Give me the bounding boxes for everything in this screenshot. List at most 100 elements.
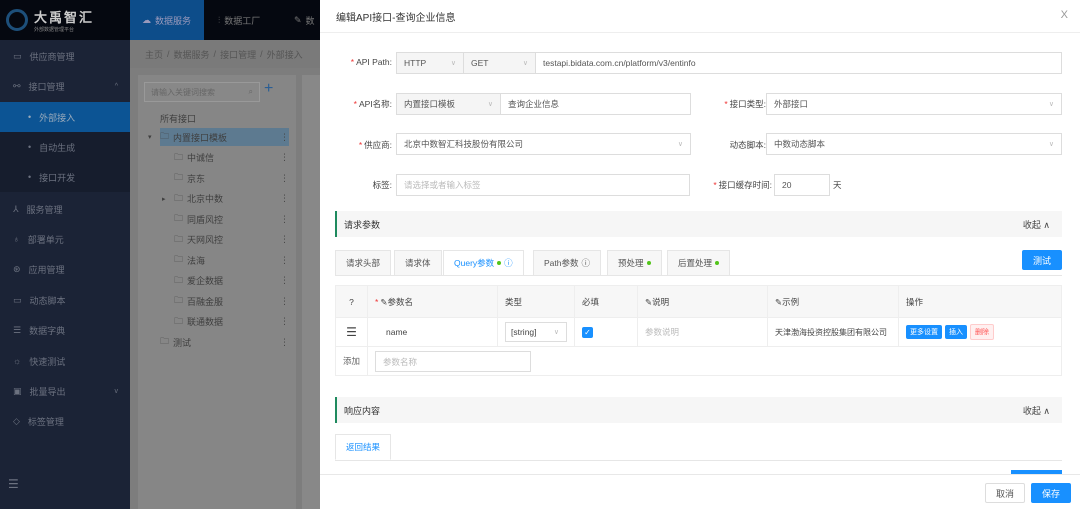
top-bar: 大禹智汇 外部数据管理平台 ☁ 数据服务 ⫶ 数据工厂 ✎ 数 <box>0 0 320 40</box>
tab-preprocess[interactable]: 预处理 <box>607 250 662 276</box>
test-button[interactable]: 测试 <box>1022 250 1062 270</box>
value: 外部接口 <box>774 99 809 109</box>
api-path-label: * API Path: <box>350 57 392 67</box>
sidebar-item-service[interactable]: ⅄ 服务管理 <box>0 194 130 224</box>
tree-node[interactable]: ▸ 🗀 北京中数 ⋮ <box>162 190 289 208</box>
help-icon: ? <box>335 285 368 318</box>
close-icon[interactable]: X <box>1061 9 1068 21</box>
tree-node[interactable]: 🗀 百融金服 ⋮ <box>174 292 289 310</box>
tab-request-header[interactable]: 请求头部 <box>335 250 392 276</box>
more-icon[interactable]: ⋮ <box>280 337 289 348</box>
crumb[interactable]: 数据服务 <box>174 48 210 61</box>
sidebar-item-tags[interactable]: ◇ 标签管理 <box>0 406 130 436</box>
tree-node[interactable]: 🗀 测试 ⋮ <box>160 333 289 351</box>
tab-request-body[interactable]: 请求体 <box>394 250 442 276</box>
value: 内置接口模板 <box>404 99 456 109</box>
tree-node[interactable]: 🗀 京东 ⋮ <box>174 169 289 187</box>
type-select[interactable]: [string] ∨ <box>505 322 567 342</box>
export-icon: ▣ <box>13 385 22 396</box>
required-checkbox[interactable]: ✓ <box>582 326 593 338</box>
more-icon[interactable]: ⋮ <box>280 275 289 286</box>
param-name[interactable]: name <box>367 317 498 347</box>
sidebar-item-supplier[interactable]: ▭ 供应商管理 <box>0 41 130 71</box>
tree-node[interactable]: 🗀 法海 ⋮ <box>174 251 289 269</box>
add-param-input[interactable]: 参数名称 <box>375 350 531 372</box>
tab-path-params[interactable]: Path参数 ⓘ <box>533 250 602 276</box>
delete-button[interactable]: 删除 <box>970 324 994 340</box>
section-title: 响应内容 <box>344 405 381 416</box>
sidebar-item-dictionary[interactable]: ☰ 数据字典 <box>0 315 130 345</box>
tags-input[interactable]: 请选择或者输入标签 <box>396 174 690 196</box>
tree-node[interactable]: 🗀 天网风控 ⋮ <box>174 231 289 249</box>
label: 供应商管理 <box>29 51 75 62</box>
more-icon[interactable]: ⋮ <box>280 193 289 204</box>
more-icon[interactable]: ⋮ <box>280 173 289 184</box>
caret-down-icon[interactable]: ▾ <box>148 133 152 141</box>
more-icon[interactable]: ⋮ <box>280 234 289 245</box>
nav-tab-data-factory[interactable]: ⫶ 数据工厂 <box>206 0 272 40</box>
tab-postprocess[interactable]: 后置处理 <box>667 250 731 276</box>
tree-node[interactable]: 🗀 爱企数据 ⋮ <box>174 272 289 290</box>
protocol-select[interactable]: HTTP ∨ <box>396 52 464 74</box>
add-icon[interactable]: + <box>264 80 273 98</box>
supplier-select[interactable]: 北京中数智汇科技股份有限公司 ∨ <box>396 133 691 155</box>
params-table: ? * ✎参数名 类型 必填 ✎说明 ✎示例 操作 ☰ name [string]… <box>335 285 1062 376</box>
more-icon[interactable]: ⋮ <box>280 132 289 143</box>
cancel-button[interactable]: 取消 <box>985 483 1025 503</box>
status-dot <box>497 261 502 265</box>
bullet-icon: • <box>28 142 32 152</box>
crumb[interactable]: 主页 <box>145 48 163 61</box>
tree-node[interactable]: 🗀 联通数据 ⋮ <box>174 313 289 331</box>
collapse-toggle[interactable]: 收起 ∧ <box>1023 218 1050 231</box>
desc-input[interactable]: 参数说明 <box>637 317 768 347</box>
tab-response-result[interactable]: 返回结果 <box>335 434 392 460</box>
more-icon[interactable]: ⋮ <box>280 316 289 327</box>
template-select[interactable]: 内置接口模板 ∨ <box>396 93 501 115</box>
drag-handle-icon[interactable]: ☰ <box>335 317 368 347</box>
tab-query-params[interactable]: Query参数 ⓘ <box>443 250 524 276</box>
sidebar-item-deploy[interactable]: ♁ 部署单元 <box>0 224 130 254</box>
api-type-select[interactable]: 外部接口 ∨ <box>766 93 1062 115</box>
more-settings-button[interactable]: 更多设置 <box>906 325 942 339</box>
sidebar-item-apps[interactable]: ⊛ 应用管理 <box>0 254 130 284</box>
url-input[interactable]: testapi.bidata.com.cn/platform/v3/entinf… <box>535 52 1062 74</box>
more-icon[interactable]: ⋮ <box>280 152 289 163</box>
folder-icon: 🗀 <box>174 254 184 264</box>
cache-unit: 天 <box>833 180 842 190</box>
node-label: 测试 <box>173 337 192 348</box>
api-name-input[interactable]: 查询企业信息 <box>500 93 691 115</box>
sidebar-item-external-access[interactable]: • 外部接入 <box>0 102 130 132</box>
caret-right-icon[interactable]: ▸ <box>162 195 166 203</box>
sidebar-item-scripts[interactable]: ▭ 动态脚本 <box>0 285 130 315</box>
more-icon[interactable]: ⋮ <box>280 255 289 266</box>
cache-input[interactable]: 20 <box>774 174 830 196</box>
example-value[interactable]: 天津渤海投资控股集团有限公司 <box>767 317 899 347</box>
tree-node[interactable]: ▾ 🗀 内置接口模板 ⋮ <box>148 128 289 146</box>
sidebar-item-quick-test[interactable]: ☼ 快速测试 <box>0 346 130 376</box>
label: 服务管理 <box>26 204 63 215</box>
sidebar-item-api-management[interactable]: ⚯ 接口管理 ^ <box>0 71 130 101</box>
save-button[interactable]: 保存 <box>1031 483 1071 503</box>
edit-api-modal: 编辑API接口-查询企业信息 X * API Path: HTTP ∨ GET ∨ t… <box>320 0 1080 509</box>
sidebar-item-api-dev[interactable]: • 接口开发 <box>0 162 130 192</box>
method-select[interactable]: GET ∨ <box>463 52 536 74</box>
crumb[interactable]: 接口管理 <box>220 48 256 61</box>
crumb: 外部接入 <box>266 49 303 60</box>
more-icon[interactable]: ⋮ <box>280 296 289 307</box>
tree-node[interactable]: 🗀 同盾风控 ⋮ <box>174 210 289 228</box>
sidebar-item-batch-export[interactable]: ▣ 批量导出 v <box>0 376 130 406</box>
sidebar-item-auto-generate[interactable]: • 自动生成 <box>0 132 130 162</box>
tree-root[interactable]: 所有接口 <box>160 109 290 127</box>
response-section-header: 响应内容 收起 ∧ <box>335 397 1062 423</box>
nav-tab-data-service[interactable]: ☁ 数据服务 <box>130 0 204 40</box>
link-icon: ⚯ <box>13 80 21 91</box>
tree-search-input[interactable]: 请输入关键词搜索 ⌕ <box>144 82 260 102</box>
script-select[interactable]: 中数动态脚本 ∨ <box>766 133 1062 155</box>
insert-button[interactable]: 插入 <box>945 325 967 339</box>
table-row: ☰ name [string] ∨ ✓ 参数说明 天津渤海投资控股集团有限公司 更… <box>335 317 1062 347</box>
collapse-menu-icon[interactable]: ☰ <box>8 477 19 491</box>
script-icon: ▭ <box>13 294 22 305</box>
tree-node[interactable]: 🗀 中诚信 ⋮ <box>174 149 289 167</box>
collapse-toggle[interactable]: 收起 ∧ <box>1023 404 1050 417</box>
more-icon[interactable]: ⋮ <box>280 214 289 225</box>
